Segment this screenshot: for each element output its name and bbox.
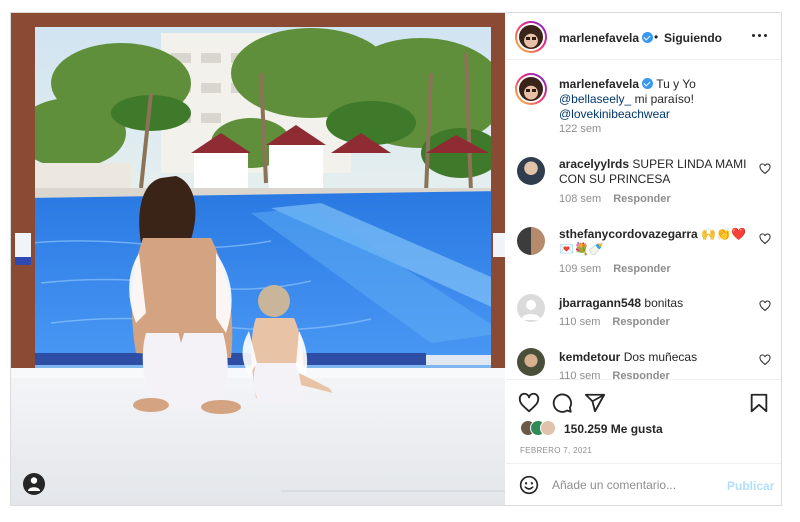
post-header: marlenefavela • Siguiendo	[506, 13, 781, 60]
caption-time: 122 sem	[559, 123, 602, 135]
post-actions: 150.259 Me gusta Febrero 7, 2021	[506, 379, 781, 463]
comment-time: 108 sem	[559, 193, 602, 205]
share-icon[interactable]	[584, 392, 606, 414]
bookmark-icon[interactable]	[748, 392, 770, 414]
comments-list[interactable]: marlenefavela Tu y Yo @bellaseely_ mi pa…	[506, 61, 781, 379]
comment-item: kemdetour Dos muñecas 110 sem Responder	[506, 348, 781, 379]
comment-item: sthefanycordovazegarra 🙌👏❤️💌💐🍼 109 sem Re…	[506, 225, 781, 285]
comment-like-heart-icon[interactable]	[759, 163, 771, 175]
commenter-avatar[interactable]	[517, 227, 545, 255]
caption-username[interactable]: marlenefavela	[559, 77, 639, 91]
commenter-avatar[interactable]	[517, 157, 545, 185]
verified-badge-icon	[642, 32, 654, 43]
reply-button[interactable]: Responder	[613, 263, 670, 275]
author-avatar[interactable]	[515, 21, 547, 53]
post-photo[interactable]	[11, 13, 505, 505]
more-options-icon[interactable]	[750, 26, 770, 46]
pool-scene-image	[11, 13, 505, 505]
comment-username[interactable]: kemdetour	[559, 350, 620, 364]
heart-icon[interactable]	[518, 392, 540, 414]
caption-author-avatar[interactable]	[515, 73, 547, 105]
comment-icon[interactable]	[551, 392, 573, 414]
likers-avatars[interactable]	[520, 420, 560, 436]
mention-link[interactable]: @bellaseely_	[559, 92, 631, 106]
following-button[interactable]: Siguiendo	[664, 31, 722, 45]
reply-button[interactable]: Responder	[612, 370, 669, 379]
comment-like-heart-icon[interactable]	[759, 354, 771, 366]
comment-time: 110 sem	[559, 316, 601, 328]
reply-button[interactable]: Responder	[612, 316, 669, 328]
post-modal: marlenefavela • Siguiendo marlenefavela …	[10, 12, 782, 506]
comment-input[interactable]	[552, 474, 722, 496]
verified-badge-icon	[642, 78, 654, 89]
caption: marlenefavela Tu y Yo @bellaseely_ mi pa…	[506, 73, 781, 145]
comment-time: 110 sem	[559, 370, 601, 379]
comment-time: 109 sem	[559, 263, 602, 275]
default-avatar-icon[interactable]	[517, 294, 545, 322]
comment-like-heart-icon[interactable]	[759, 300, 771, 312]
comment-text: bonitas	[644, 296, 684, 310]
likes-count[interactable]: 150.259 Me gusta	[564, 422, 663, 436]
publish-button[interactable]: Publicar	[727, 479, 774, 493]
comment-username[interactable]: aracelyylrds	[559, 157, 629, 171]
mention-link[interactable]: @lovekinibeachwear	[559, 107, 670, 121]
author-username[interactable]: marlenefavela	[559, 31, 654, 45]
commenter-avatar[interactable]	[517, 348, 545, 376]
reply-button[interactable]: Responder	[613, 193, 670, 205]
post-date[interactable]: Febrero 7, 2021	[520, 446, 592, 455]
comment-text: Dos muñecas	[623, 350, 698, 364]
separator-dot: •	[654, 30, 659, 44]
comment-like-heart-icon[interactable]	[759, 233, 771, 245]
caption-text: Tu y Yo	[656, 77, 696, 91]
add-comment-bar: Publicar	[506, 463, 781, 505]
comment-username[interactable]: sthefanycordovazegarra	[559, 227, 698, 241]
user-tag-icon	[28, 477, 40, 491]
user-tags-button[interactable]	[23, 473, 45, 495]
comment-item: jbarragann548 bonitas 110 sem Responder	[506, 294, 781, 334]
comment-item: aracelyylrds SUPER LINDA MAMI CON SU PRI…	[506, 155, 781, 215]
post-side-panel: marlenefavela • Siguiendo marlenefavela …	[506, 13, 781, 505]
emoji-icon[interactable]	[519, 475, 539, 495]
comment-username[interactable]: jbarragann548	[559, 296, 641, 310]
caption-text: mi paraíso!	[634, 92, 694, 106]
